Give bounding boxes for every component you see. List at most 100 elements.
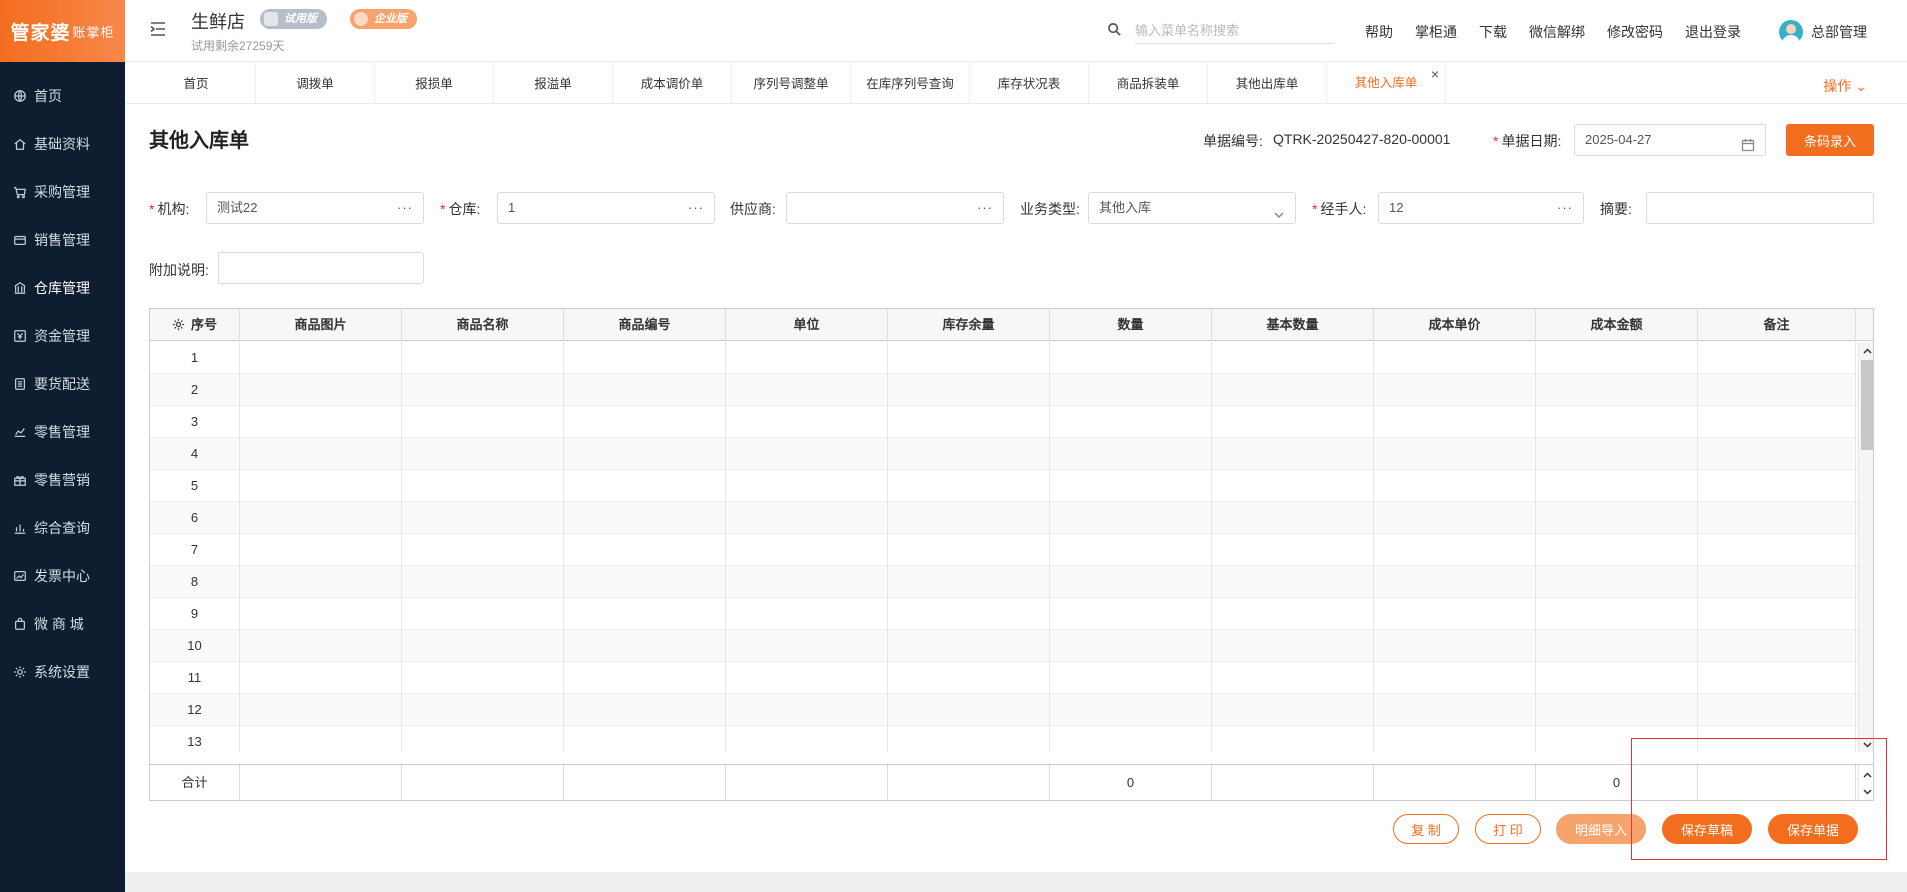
table-row[interactable]: 12 [150, 694, 1858, 726]
table-cell[interactable] [564, 438, 726, 470]
table-cell[interactable] [402, 566, 564, 598]
table-cell[interactable] [1212, 598, 1374, 630]
table-cell[interactable] [1374, 694, 1536, 726]
table-cell[interactable] [726, 438, 888, 470]
table-cell[interactable] [1212, 726, 1374, 752]
table-cell[interactable] [726, 662, 888, 694]
table-cell[interactable] [1374, 598, 1536, 630]
table-cell[interactable] [726, 726, 888, 752]
table-cell[interactable] [1212, 566, 1374, 598]
table-cell[interactable] [726, 406, 888, 438]
table-cell[interactable] [1536, 726, 1698, 752]
table-cell[interactable] [1536, 598, 1698, 630]
more-icon[interactable]: ··· [397, 193, 413, 223]
menu-search-input[interactable] [1135, 18, 1335, 44]
table-cell[interactable] [726, 470, 888, 502]
table-cell[interactable] [888, 598, 1050, 630]
doc-date-field[interactable]: 2025-04-27 [1574, 124, 1766, 156]
org-field[interactable]: 测试22 ··· [206, 192, 424, 224]
table-cell[interactable] [240, 566, 402, 598]
table-cell[interactable] [1374, 342, 1536, 374]
wechat-unbind-link[interactable]: 微信解绑 [1529, 22, 1585, 42]
table-cell[interactable] [1212, 502, 1374, 534]
tab-other-out[interactable]: 其他出库单 [1208, 62, 1327, 103]
table-cell[interactable] [240, 662, 402, 694]
table-cell[interactable] [888, 342, 1050, 374]
warehouse-field[interactable]: 1 ··· [497, 192, 715, 224]
sidebar-item-sales[interactable]: 销售管理 [0, 216, 125, 264]
table-cell[interactable] [1698, 374, 1856, 406]
sidebar-item-warehouse[interactable]: 仓库管理 [0, 264, 125, 312]
table-cell[interactable] [1050, 470, 1212, 502]
table-cell[interactable] [1050, 374, 1212, 406]
tab-other-in[interactable]: 其他入库单 × [1327, 62, 1446, 103]
table-cell[interactable] [1536, 694, 1698, 726]
table-cell[interactable] [1374, 406, 1536, 438]
table-row[interactable]: 9 [150, 598, 1858, 630]
table-cell[interactable] [240, 438, 402, 470]
table-cell[interactable] [726, 598, 888, 630]
tab-serial-adjust[interactable]: 序列号调整单 [732, 62, 851, 103]
table-cell[interactable] [1698, 630, 1856, 662]
user-menu[interactable]: 总部管理 [1779, 20, 1867, 44]
tab-assembly[interactable]: 商品拆装单 [1089, 62, 1208, 103]
biz-type-select[interactable]: 其他入库 [1088, 192, 1296, 224]
table-cell[interactable] [240, 502, 402, 534]
table-cell[interactable] [1698, 406, 1856, 438]
table-cell[interactable] [1050, 598, 1212, 630]
table-cell[interactable] [888, 374, 1050, 406]
scroll-up-icon[interactable] [1862, 769, 1873, 780]
tab-stock-status[interactable]: 库存状况表 [970, 62, 1089, 103]
table-cell[interactable] [1374, 630, 1536, 662]
table-cell[interactable] [240, 342, 402, 374]
table-cell[interactable] [1212, 630, 1374, 662]
table-cell[interactable] [402, 502, 564, 534]
table-cell[interactable] [1374, 470, 1536, 502]
table-cell[interactable] [726, 502, 888, 534]
table-row[interactable]: 6 [150, 502, 1858, 534]
handler-field[interactable]: 12 ··· [1378, 192, 1584, 224]
gear-icon[interactable] [172, 311, 185, 331]
tab-cost-adjust[interactable]: 成本调价单 [613, 62, 732, 103]
table-cell[interactable] [1050, 438, 1212, 470]
tab-transfer[interactable]: 调拨单 [256, 62, 375, 103]
sidebar-item-funds[interactable]: 资金管理 [0, 312, 125, 360]
table-cell[interactable] [888, 566, 1050, 598]
table-cell[interactable] [240, 470, 402, 502]
table-cell[interactable] [1374, 374, 1536, 406]
sidebar-item-marketing[interactable]: 零售营销 [0, 456, 125, 504]
table-cell[interactable] [402, 726, 564, 752]
sidebar-item-purchase[interactable]: 采购管理 [0, 168, 125, 216]
table-cell[interactable] [1050, 342, 1212, 374]
tab-overflow[interactable]: 报溢单 [494, 62, 613, 103]
supplier-field[interactable]: ··· [786, 192, 1004, 224]
save-document-button[interactable]: 保存单据 [1768, 814, 1858, 844]
table-cell[interactable] [564, 726, 726, 752]
table-cell[interactable] [1698, 694, 1856, 726]
scroll-down-icon[interactable] [1862, 738, 1873, 749]
table-cell[interactable] [402, 406, 564, 438]
table-cell[interactable] [1698, 438, 1856, 470]
app-logo[interactable]: 管家婆 账掌柜 [0, 0, 125, 62]
table-cell[interactable] [564, 598, 726, 630]
sidebar-item-mall[interactable]: 微 商 城 [0, 600, 125, 648]
operations-dropdown[interactable]: 操作 ⌄ [1823, 76, 1867, 96]
sidebar-item-delivery[interactable]: 要货配送 [0, 360, 125, 408]
table-row[interactable]: 13 [150, 726, 1858, 752]
table-cell[interactable] [564, 502, 726, 534]
sidebar-item-retail[interactable]: 零售管理 [0, 408, 125, 456]
table-cell[interactable] [1536, 374, 1698, 406]
table-cell[interactable] [564, 694, 726, 726]
table-cell[interactable] [1374, 726, 1536, 752]
import-detail-button[interactable]: 明细导入 [1556, 814, 1646, 844]
table-cell[interactable] [1374, 662, 1536, 694]
table-cell[interactable] [888, 438, 1050, 470]
scroll-up-icon[interactable] [1862, 345, 1873, 356]
table-cell[interactable] [402, 630, 564, 662]
table-cell[interactable] [1698, 534, 1856, 566]
table-cell[interactable] [564, 566, 726, 598]
table-cell[interactable] [1374, 534, 1536, 566]
help-link[interactable]: 帮助 [1365, 22, 1393, 42]
table-cell[interactable] [564, 374, 726, 406]
table-cell[interactable] [888, 502, 1050, 534]
